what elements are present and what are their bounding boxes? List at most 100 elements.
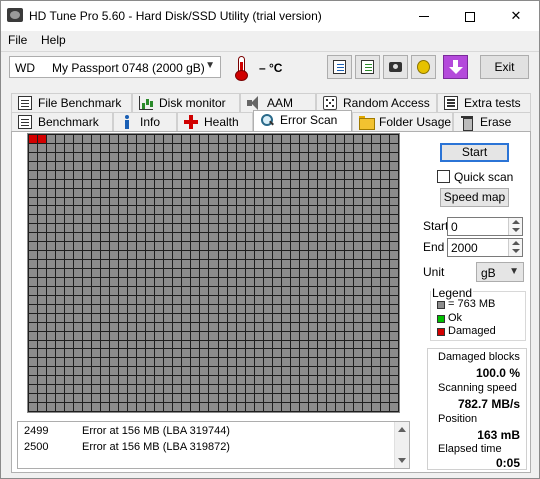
scan-block: [218, 215, 227, 224]
scan-block: [380, 188, 389, 197]
scan-block: [119, 367, 128, 376]
scan-block: [182, 161, 191, 170]
scan-block: [146, 385, 155, 394]
scan-block: [281, 188, 290, 197]
end-value[interactable]: 2000: [451, 241, 478, 255]
save-button[interactable]: [443, 55, 468, 79]
scan-block: [245, 179, 254, 188]
tab-health[interactable]: Health: [177, 112, 253, 131]
tab-benchmark[interactable]: Benchmark: [11, 112, 113, 131]
scan-block: [299, 206, 308, 215]
scan-block: [182, 251, 191, 260]
scan-block: [227, 215, 236, 224]
scan-block: [335, 277, 344, 286]
scan-block: [173, 367, 182, 376]
scan-block: [326, 197, 335, 206]
scan-block: [200, 358, 209, 367]
menu-file[interactable]: File: [8, 33, 27, 47]
scan-block: [218, 304, 227, 313]
tab-error-scan[interactable]: Error Scan: [253, 110, 352, 131]
start-value[interactable]: 0: [451, 220, 458, 234]
scan-block: [308, 313, 317, 322]
maximize-button[interactable]: [447, 1, 493, 31]
scan-block: [272, 313, 281, 322]
scan-block: [254, 295, 263, 304]
close-button[interactable]: ✕: [493, 1, 539, 31]
scan-block: [227, 277, 236, 286]
scan-block: [272, 242, 281, 251]
scan-block: [146, 215, 155, 224]
scan-block: [209, 340, 218, 349]
quick-scan-checkbox[interactable]: [437, 170, 450, 183]
scan-block: [245, 143, 254, 152]
scan-block: [200, 277, 209, 286]
tab-file-benchmark[interactable]: File Benchmark: [11, 93, 132, 112]
tab-extra-tests[interactable]: Extra tests: [437, 93, 531, 112]
scan-block: [254, 349, 263, 358]
scan-block: [272, 277, 281, 286]
scan-block: [101, 403, 110, 411]
scan-block: [371, 251, 380, 260]
scan-block: [38, 161, 47, 170]
scan-block: [29, 313, 38, 322]
scan-block: [110, 340, 119, 349]
copy-all-button[interactable]: [355, 55, 380, 79]
tab-folder-usage[interactable]: Folder Usage: [352, 112, 453, 131]
drive-select[interactable]: WD My Passport 0748 (2000 gB) ▼: [9, 56, 221, 78]
scan-block: [74, 340, 83, 349]
scan-block: [281, 313, 290, 322]
scan-block: [173, 260, 182, 269]
scan-block: [38, 295, 47, 304]
scan-block: [191, 376, 200, 385]
screenshot-button[interactable]: [383, 55, 408, 79]
log-scrollbar[interactable]: [394, 422, 409, 468]
tab-disk-monitor[interactable]: Disk monitor: [132, 93, 240, 112]
unit-select[interactable]: gB ▼: [476, 262, 524, 282]
speed-map-button[interactable]: Speed map: [440, 188, 509, 207]
scan-block: [119, 260, 128, 269]
scan-block: [38, 340, 47, 349]
end-spinbox[interactable]: 2000: [447, 238, 523, 257]
scan-block: [92, 269, 101, 277]
scan-block: [335, 179, 344, 188]
scan-block: [218, 340, 227, 349]
scan-block: [47, 349, 56, 358]
scan-block: [65, 224, 74, 233]
spin-arrows-icon[interactable]: [508, 218, 522, 235]
minimize-button[interactable]: [401, 1, 447, 31]
scan-block: [326, 403, 335, 411]
scroll-down-icon[interactable]: [398, 458, 406, 463]
error-log[interactable]: 2499 Error at 156 MB (LBA 319744) 2500 E…: [17, 421, 410, 469]
options-button[interactable]: [411, 55, 436, 79]
quick-scan-label[interactable]: Quick scan: [454, 170, 513, 184]
scan-block: [317, 152, 326, 161]
scan-block: [353, 188, 362, 197]
scan-block: [281, 349, 290, 358]
scan-block: [281, 197, 290, 206]
spin-arrows-icon[interactable]: [508, 239, 522, 256]
tab-info[interactable]: Info: [113, 112, 177, 131]
scan-block: [281, 322, 290, 331]
start-spinbox[interactable]: 0: [447, 217, 523, 236]
scan-block: [227, 322, 236, 331]
scan-block: [209, 224, 218, 233]
exit-button[interactable]: Exit: [480, 55, 529, 79]
scan-block: [362, 161, 371, 170]
scan-block: [389, 269, 398, 277]
scan-block: [83, 304, 92, 313]
scroll-up-icon[interactable]: [398, 427, 406, 432]
scan-block: [389, 322, 398, 331]
scan-block: [47, 135, 56, 143]
temperature-readout: – °C: [259, 61, 283, 75]
start-button[interactable]: Start: [440, 143, 509, 162]
scan-block: [110, 367, 119, 376]
tab-erase[interactable]: Erase: [453, 112, 531, 131]
scan-block: [353, 313, 362, 322]
scan-block: [245, 403, 254, 411]
copy-text-button[interactable]: [327, 55, 352, 79]
scan-block: [389, 286, 398, 295]
menu-help[interactable]: Help: [41, 33, 66, 47]
scan-block: [272, 215, 281, 224]
scan-block: [389, 385, 398, 394]
scan-block: [164, 385, 173, 394]
